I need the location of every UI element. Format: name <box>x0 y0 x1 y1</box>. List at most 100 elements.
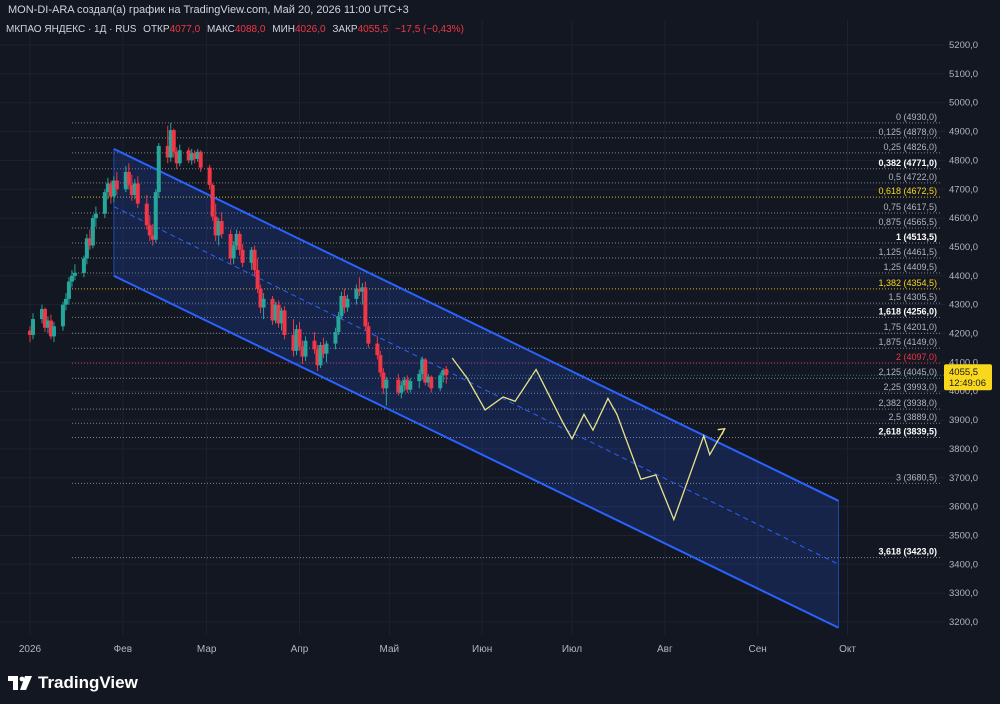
candle-body <box>384 379 389 389</box>
candle <box>282 306 287 340</box>
candle-body <box>324 343 329 354</box>
candle-body <box>93 213 98 219</box>
y-axis-tick-label: 4200,0 <box>949 329 978 340</box>
candle-body <box>114 180 119 190</box>
open-value: 4077,0 <box>169 24 201 35</box>
y-axis-tick-label: 3300,0 <box>949 588 978 599</box>
y-axis-tick-label: 3200,0 <box>949 617 978 628</box>
fib-level-label: 3 (3680,5) <box>896 472 937 482</box>
candle-body <box>378 355 383 373</box>
chart-attribution: MON-DI-ARA создал(а) график на TradingVi… <box>0 0 1000 20</box>
candle-body <box>210 184 215 217</box>
candle <box>198 150 203 172</box>
fib-level-label: 1,25 (4409,5) <box>883 262 937 272</box>
x-axis-tick-label: Июл <box>562 644 582 655</box>
candle-body <box>90 218 95 246</box>
candle <box>156 143 161 198</box>
candle-body <box>81 258 86 273</box>
y-axis-tick-label: 3800,0 <box>949 444 978 455</box>
candle-body <box>333 332 338 344</box>
fib-level-label: 1,75 (4201,0) <box>883 322 937 332</box>
candle-body <box>438 375 443 389</box>
fib-level-label: 2,5 (3889,0) <box>888 412 937 422</box>
chart-area[interactable]: 0 (4930,0) 0,125 (4878,0) 0,25 (4826,0) 0,3… <box>0 20 1000 660</box>
tradingview-brand[interactable]: TradingView <box>8 672 138 694</box>
candle-body <box>153 192 158 240</box>
candle-body <box>312 340 317 350</box>
fib-level-label: 0,5 (4722,0) <box>888 172 937 182</box>
fib-level-label: 1,618 (4256,0) <box>878 306 937 316</box>
fib-level-label: 0,125 (4878,0) <box>878 127 937 137</box>
candle <box>177 144 182 167</box>
channel-fill <box>113 148 839 628</box>
fib-level-label: 0,382 (4771,0) <box>878 158 937 168</box>
price-chart: 0 (4930,0) 0,125 (4878,0) 0,25 (4826,0) 0,3… <box>0 20 992 655</box>
candle-body <box>51 326 56 337</box>
fib-level-label: 3,618 (3423,0) <box>878 547 937 557</box>
candle-body <box>282 310 287 335</box>
y-axis-tick-label: 3400,0 <box>949 559 978 570</box>
candle-body <box>240 249 245 263</box>
candle-body <box>63 298 68 305</box>
candle-body <box>261 298 266 308</box>
fib-level-label: 2 (4097,0) <box>896 352 937 362</box>
fib-level-label: 0,618 (4672,5) <box>878 186 937 196</box>
candle-body <box>135 183 140 204</box>
candle <box>30 313 35 340</box>
candle <box>102 189 107 219</box>
x-axis-tick-label: Июн <box>472 644 492 655</box>
candle-body <box>102 192 107 214</box>
y-axis-tick-label: 4500,0 <box>949 242 978 253</box>
fib-level-label: 1 (4513,5) <box>896 232 937 242</box>
y-axis-tick-label: 4700,0 <box>949 184 978 195</box>
candle-body <box>363 287 368 327</box>
x-axis-tick-label: Мар <box>197 644 217 655</box>
fib-level-label: 0 (4930,0) <box>896 112 937 122</box>
candle-body <box>60 304 65 327</box>
fib-level-label: 2,382 (3938,0) <box>878 398 937 408</box>
candle-body <box>303 340 308 357</box>
candle-body <box>171 130 176 152</box>
close-value: 4055,5 <box>357 24 389 35</box>
candle <box>60 301 65 331</box>
candle-body <box>30 319 35 335</box>
y-axis-tick-label: 4400,0 <box>949 271 978 282</box>
candle <box>363 281 368 331</box>
y-axis-tick-label: 3700,0 <box>949 473 978 484</box>
candle <box>90 215 95 249</box>
high-label: МАКС <box>206 24 235 35</box>
x-axis-tick-label: Апр <box>291 644 309 655</box>
current-price-time: 12:49:06 <box>949 378 986 389</box>
candle-body <box>408 381 413 390</box>
fib-level-label: 0,75 (4617,5) <box>883 202 937 212</box>
brand-name: TradingView <box>38 673 138 692</box>
fib-level-label: 1,382 (4354,5) <box>878 278 937 288</box>
y-axis-tick-label: 3500,0 <box>949 530 978 541</box>
candle-body <box>417 373 422 382</box>
x-axis-tick-label: Сен <box>749 644 767 655</box>
candle-body <box>429 376 434 389</box>
fib-level-label: 0,25 (4826,0) <box>883 142 937 152</box>
low-value: 4026,0 <box>295 24 326 35</box>
y-axis-tick-label: 4600,0 <box>949 213 978 224</box>
fib-level-label: 0,875 (4565,5) <box>878 217 937 227</box>
x-axis-tick-label: Окт <box>839 644 856 655</box>
candle <box>81 255 86 278</box>
high-value: 4088,0 <box>234 24 266 35</box>
candle-body <box>444 368 449 376</box>
candle-body <box>66 281 71 299</box>
y-axis-tick-label: 5000,0 <box>949 98 978 109</box>
candle-body <box>198 151 203 168</box>
fib-level-label: 1,125 (4461,5) <box>878 247 937 257</box>
symbol-name: МКПАО ЯНДЕКС · 1Д · RUS <box>6 24 137 35</box>
candle-body <box>126 171 131 185</box>
fib-level-label: 2,25 (3993,0) <box>883 382 937 392</box>
x-axis-tick-label: Май <box>380 644 400 655</box>
candle-body <box>72 272 77 276</box>
y-axis-tick-label: 3600,0 <box>949 502 978 513</box>
candle-body <box>237 233 242 250</box>
x-axis-tick-label: Фев <box>114 644 132 655</box>
x-axis-tick-label: Авг <box>657 644 673 655</box>
fib-level-label: 1,875 (4149,0) <box>878 337 937 347</box>
candle-body <box>375 343 380 356</box>
